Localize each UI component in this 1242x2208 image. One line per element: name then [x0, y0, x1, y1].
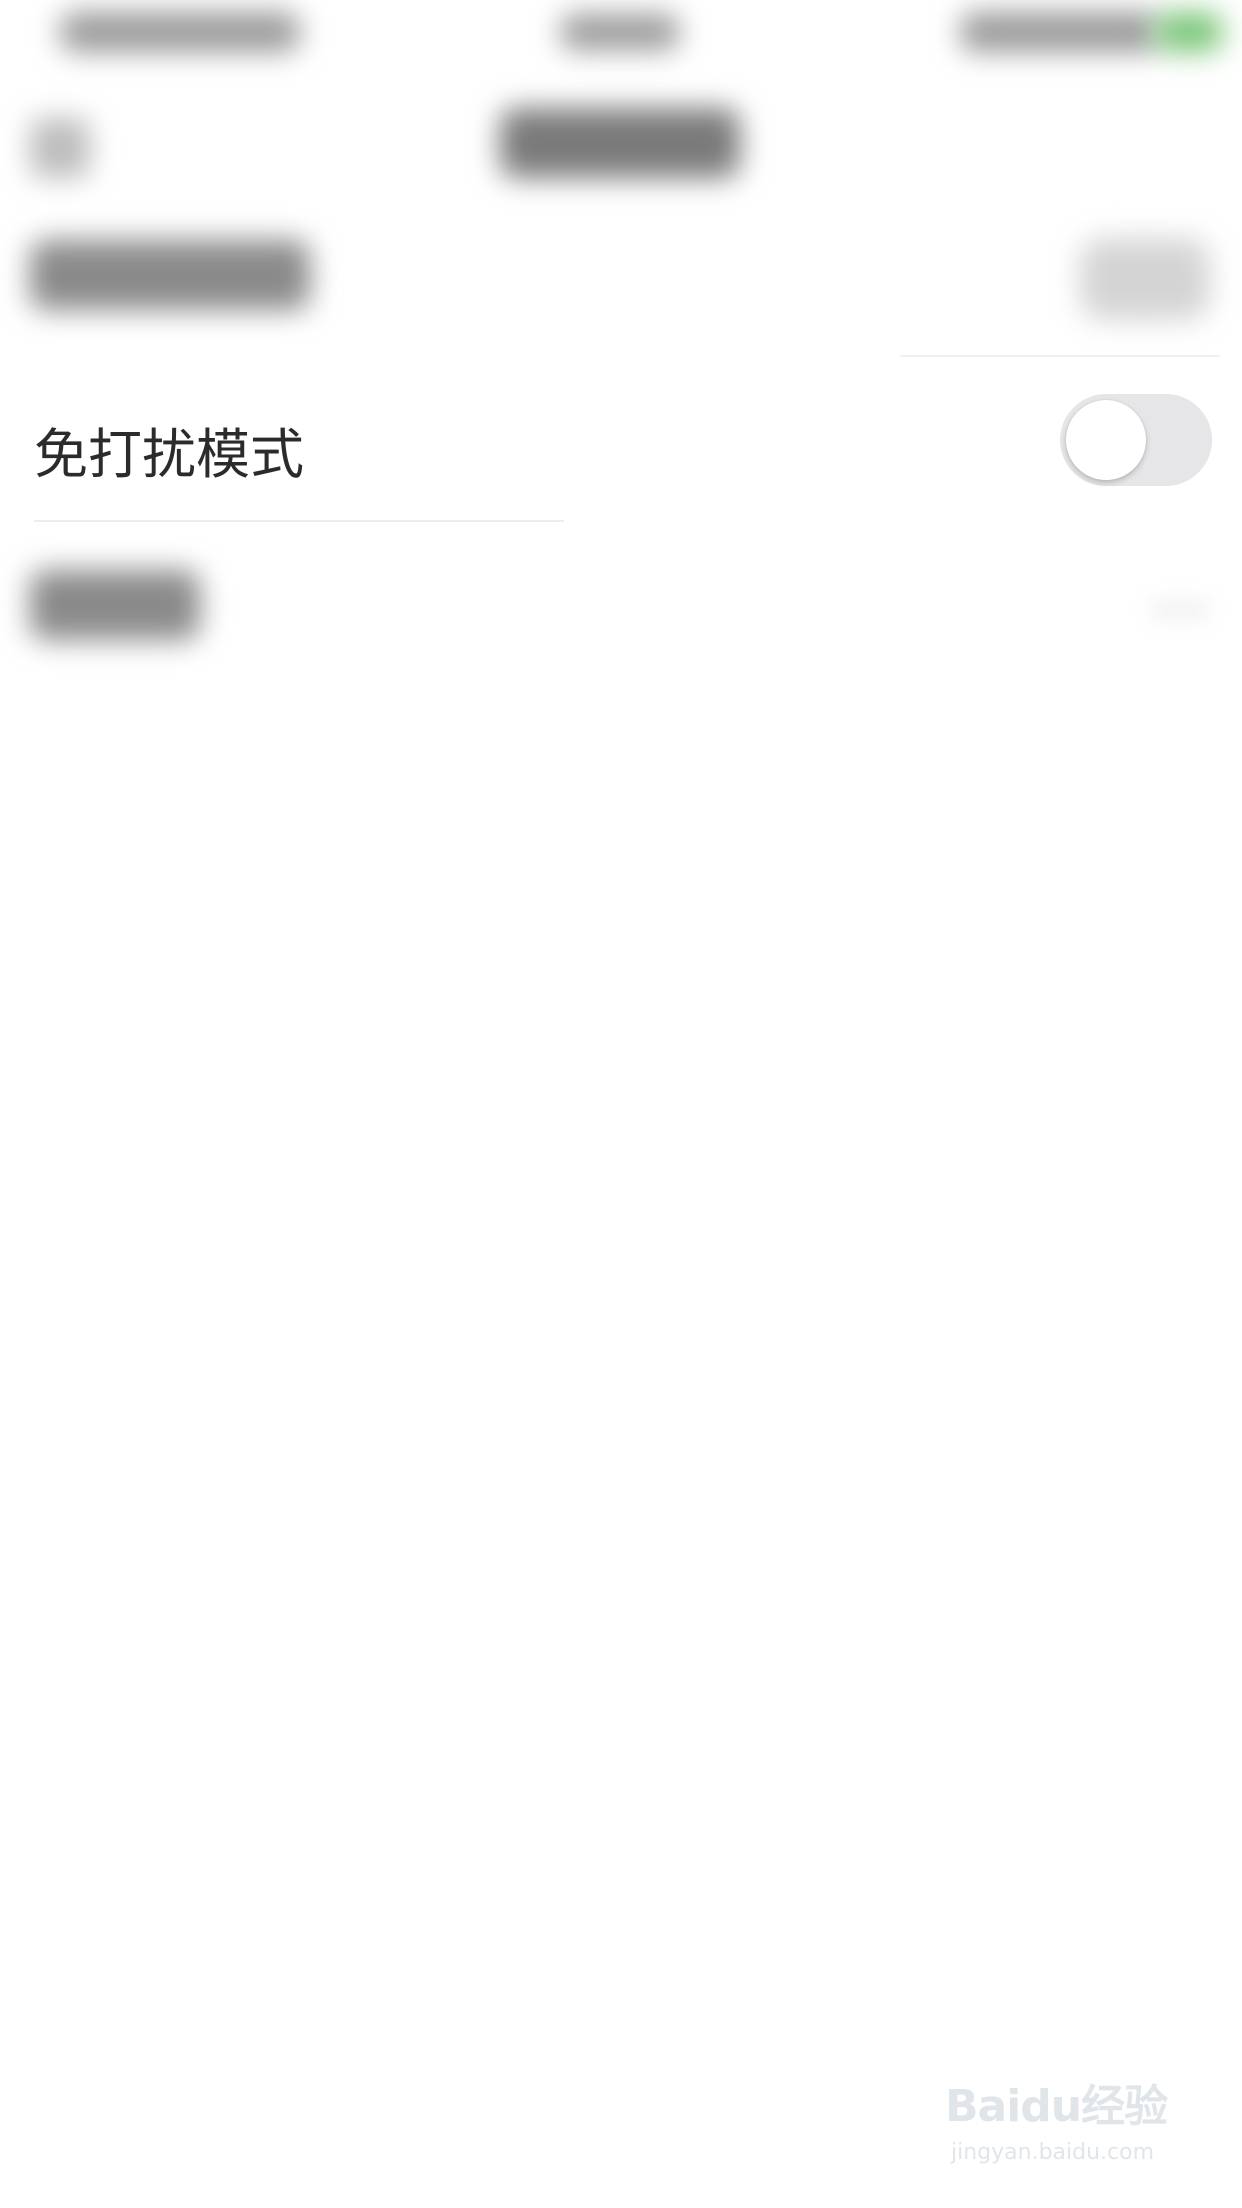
settings-row-control-1[interactable] [1080, 238, 1210, 320]
battery-icon [1155, 12, 1223, 52]
toggle-knob [1066, 400, 1146, 480]
divider [34, 520, 564, 522]
status-bar-left [60, 12, 300, 52]
settings-row-label-1[interactable] [30, 240, 310, 310]
watermark-url: jingyan.baidu.com [951, 2140, 1155, 2165]
page-title [500, 108, 740, 178]
dnd-toggle[interactable] [1060, 394, 1212, 486]
status-bar-time [560, 14, 680, 50]
chevron-right-icon [1150, 600, 1210, 620]
back-chevron-icon[interactable] [30, 118, 90, 178]
settings-screen: 免打扰模式 [0, 0, 1242, 800]
status-bar-right [960, 12, 1160, 52]
settings-row-dnd: 免打扰模式 [0, 390, 1242, 520]
settings-row-label-3[interactable] [30, 570, 200, 640]
watermark-logo: Baidu经验 [945, 2081, 1168, 2132]
baidu-jingyan-watermark: Baidu经验 jingyan.baidu.com [945, 2070, 1185, 2180]
divider [900, 355, 1220, 357]
dnd-label: 免打扰模式 [34, 423, 304, 486]
